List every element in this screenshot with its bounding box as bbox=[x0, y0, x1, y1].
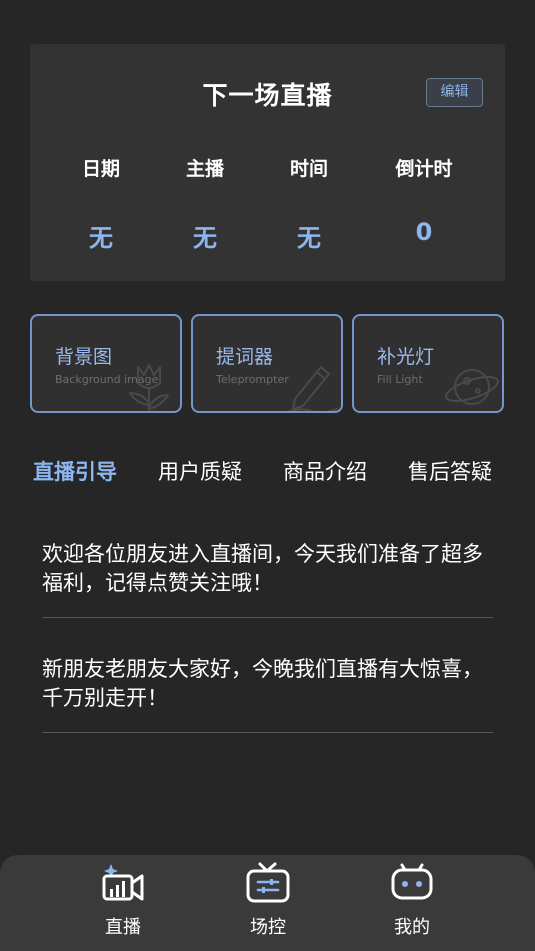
tool-title: 补光灯 bbox=[377, 346, 435, 368]
tool-title: 背景图 bbox=[55, 346, 113, 368]
tv-control-icon bbox=[246, 862, 290, 903]
stat-time-value: 无 bbox=[297, 224, 321, 252]
tab-product-intro[interactable]: 商品介绍 bbox=[283, 456, 367, 486]
tab-after-sales[interactable]: 售后答疑 bbox=[408, 456, 492, 486]
nav-label: 场控 bbox=[250, 917, 286, 938]
tab-live-guide[interactable]: 直播引导 bbox=[33, 456, 117, 486]
nav-label: 直播 bbox=[105, 917, 141, 938]
divider bbox=[42, 617, 493, 618]
tool-title: 提词器 bbox=[216, 346, 274, 368]
tool-subtitle: Teleprompter bbox=[216, 373, 289, 386]
nav-mine[interactable]: 我的 bbox=[372, 861, 452, 939]
stat-countdown-label: 倒计时 bbox=[395, 158, 453, 180]
stat-date-label: 日期 bbox=[81, 158, 120, 180]
tool-subtitle: Fill Light bbox=[377, 373, 423, 386]
stat-time: 时间 无 bbox=[264, 154, 354, 253]
nav-control[interactable]: 场控 bbox=[228, 861, 308, 939]
tab-user-doubts[interactable]: 用户质疑 bbox=[158, 456, 242, 486]
stat-countdown: 倒计时 0 bbox=[379, 154, 469, 246]
tulip-icon bbox=[129, 364, 169, 411]
tool-fill-light[interactable]: 补光灯 Fill Light bbox=[352, 314, 504, 413]
stat-time-label: 时间 bbox=[289, 158, 328, 180]
edit-button[interactable]: 编辑 bbox=[426, 78, 483, 107]
stat-host: 主播 无 bbox=[160, 154, 250, 253]
nav-label: 我的 bbox=[394, 917, 430, 938]
pen-icon bbox=[287, 366, 338, 411]
bottom-nav: 直播 场控 我的 bbox=[0, 855, 535, 951]
script-item[interactable]: 新朋友老朋友大家好，今晚我们直播有大惊喜，千万别走开！ bbox=[42, 655, 493, 713]
next-live-card: 下一场直播 编辑 日期 无 主播 无 时间 无 倒计时 0 bbox=[30, 44, 505, 281]
nav-live[interactable]: 直播 bbox=[83, 861, 163, 939]
stat-date-value: 无 bbox=[89, 224, 113, 252]
script-item[interactable]: 欢迎各位朋友进入直播间，今天我们准备了超多福利，记得点赞关注哦！ bbox=[42, 540, 493, 598]
stat-host-label: 主播 bbox=[185, 158, 224, 180]
tool-background-image[interactable]: 背景图 Background image bbox=[30, 314, 182, 413]
planet-icon bbox=[445, 369, 499, 405]
stat-date: 日期 无 bbox=[56, 154, 146, 253]
script-tabs: 直播引导 用户质疑 商品介绍 售后答疑 bbox=[0, 456, 535, 492]
live-camera-icon bbox=[102, 864, 144, 901]
stat-countdown-value: 0 bbox=[415, 218, 433, 246]
stat-host-value: 无 bbox=[193, 224, 217, 252]
robot-face-icon bbox=[391, 863, 433, 900]
divider bbox=[42, 732, 493, 733]
tool-teleprompter[interactable]: 提词器 Teleprompter bbox=[191, 314, 343, 413]
